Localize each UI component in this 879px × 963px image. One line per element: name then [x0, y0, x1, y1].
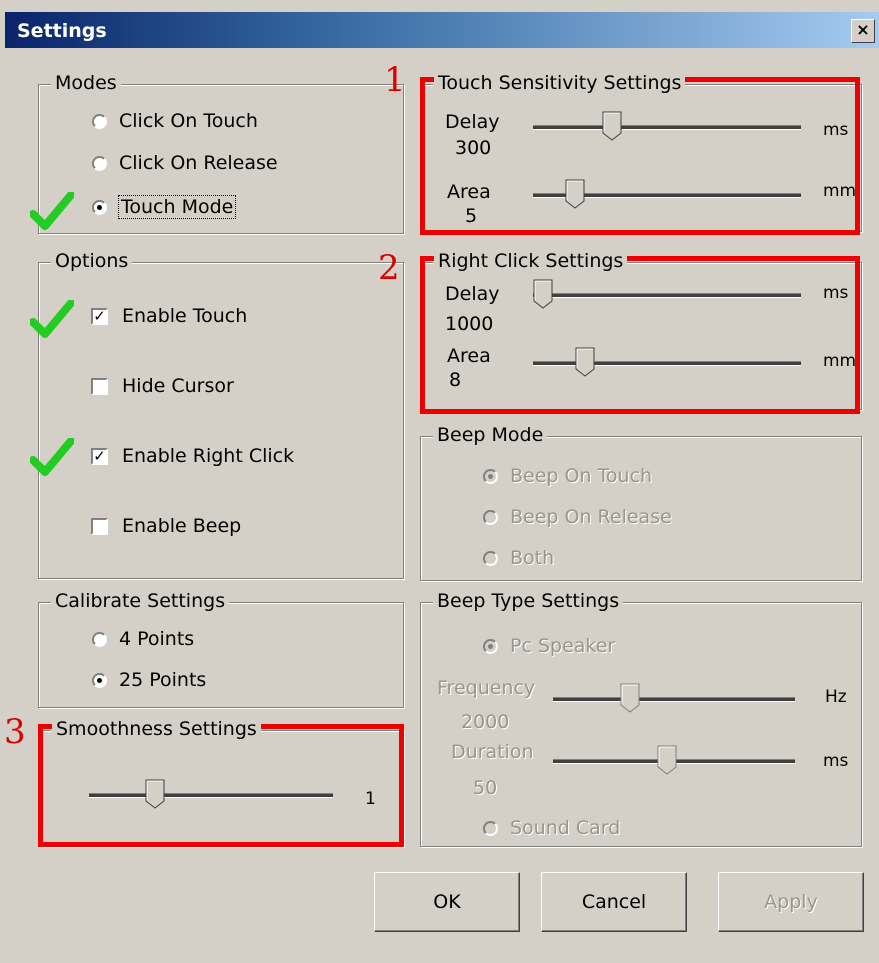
option-label: Click On Touch — [119, 110, 258, 132]
checkbox-enable-touch[interactable]: ✓ Enable Touch — [91, 305, 247, 327]
green-check-icon — [30, 300, 74, 338]
green-check-icon — [30, 438, 74, 476]
option-label: Click On Release — [119, 152, 278, 174]
option-label: Beep On Release — [510, 506, 672, 528]
radio-icon — [483, 468, 498, 484]
radio-icon — [483, 509, 498, 525]
radio-icon — [483, 638, 498, 654]
mode-touch-mode[interactable]: Touch Mode — [92, 195, 237, 219]
frequency-value: 2000 — [461, 711, 510, 733]
title-bar: Settings × — [5, 12, 879, 48]
cancel-button[interactable]: Cancel — [541, 872, 687, 932]
checkbox-enable-right-click[interactable]: ✓ Enable Right Click — [91, 445, 294, 467]
frequency-unit: Hz — [825, 687, 847, 707]
modes-legend: Modes — [51, 72, 121, 94]
mode-click-on-release[interactable]: Click On Release — [92, 152, 278, 174]
beep-both-radio[interactable]: Both — [483, 547, 554, 569]
frequency-label: Frequency — [437, 677, 536, 699]
option-label: Touch Mode — [117, 195, 237, 219]
duration-value: 50 — [473, 777, 498, 799]
radio-icon — [92, 199, 107, 215]
option-label: Enable Beep — [122, 515, 242, 537]
modes-group: Modes Click On Touch Click On Release To… — [38, 72, 404, 234]
checkbox-hide-cursor[interactable]: Hide Cursor — [91, 375, 234, 397]
option-label: Pc Speaker — [510, 635, 616, 657]
frequency-slider-track — [553, 697, 795, 702]
pc-speaker-radio[interactable]: Pc Speaker — [483, 635, 615, 657]
annotation-box-1 — [420, 77, 860, 235]
options-group: Options ✓ Enable Touch Hide Cursor ✓ Enabl… — [38, 250, 404, 579]
option-label: Sound Card — [510, 817, 621, 839]
smoothness-title: Smoothness Settings — [52, 718, 261, 740]
beep-type-legend: Beep Type Settings — [433, 590, 624, 612]
beep-on-touch-radio[interactable]: Beep On Touch — [483, 465, 652, 487]
ok-button[interactable]: OK — [374, 872, 520, 932]
window-title: Settings — [17, 20, 107, 42]
beep-mode-group: Beep Mode Beep On Touch Beep On Release … — [420, 424, 862, 581]
radio-icon — [483, 550, 498, 566]
right-click-title: Right Click Settings — [434, 250, 628, 272]
green-check-icon — [30, 192, 74, 230]
option-label: Beep On Touch — [510, 465, 653, 487]
radio-icon — [92, 113, 107, 129]
checkbox-icon — [91, 517, 108, 535]
options-legend: Options — [51, 250, 133, 272]
calibrate-25-points[interactable]: 25 Points — [92, 669, 206, 691]
checkbox-enable-beep[interactable]: Enable Beep — [91, 515, 241, 537]
frequency-slider-thumb[interactable] — [620, 683, 640, 713]
touch-sensitivity-title: Touch Sensitivity Settings — [434, 72, 686, 94]
annotation-box-3 — [38, 724, 404, 847]
checkbox-icon: ✓ — [91, 307, 108, 325]
beep-mode-legend: Beep Mode — [433, 424, 548, 446]
option-label: Enable Touch — [122, 305, 248, 327]
radio-icon — [92, 631, 107, 647]
checkbox-icon — [91, 377, 108, 395]
calibrate-legend: Calibrate Settings — [51, 590, 230, 612]
checkbox-icon: ✓ — [91, 447, 108, 465]
radio-icon — [92, 155, 107, 171]
sound-card-radio[interactable]: Sound Card — [483, 817, 620, 839]
duration-unit: ms — [823, 751, 849, 771]
annotation-number-3: 3 — [4, 712, 26, 752]
calibrate-group: Calibrate Settings 4 Points 25 Points — [38, 590, 404, 708]
calibrate-4-points[interactable]: 4 Points — [92, 628, 194, 650]
annotation-number-2: 2 — [378, 248, 400, 288]
radio-icon — [92, 672, 107, 688]
duration-slider-thumb[interactable] — [657, 745, 677, 775]
radio-icon — [483, 820, 498, 836]
apply-button[interactable]: Apply — [718, 872, 864, 932]
annotation-box-2 — [420, 256, 860, 414]
option-label: 4 Points — [119, 628, 195, 650]
close-icon: × — [856, 20, 870, 39]
option-label: Both — [510, 547, 555, 569]
beep-type-group: Beep Type Settings Pc Speaker Frequency … — [420, 590, 862, 847]
annotation-number-1: 1 — [384, 60, 406, 100]
option-label: Hide Cursor — [122, 375, 234, 397]
mode-click-on-touch[interactable]: Click On Touch — [92, 110, 258, 132]
close-button[interactable]: × — [851, 19, 875, 43]
beep-on-release-radio[interactable]: Beep On Release — [483, 506, 672, 528]
duration-label: Duration — [451, 741, 534, 763]
option-label: 25 Points — [119, 669, 207, 691]
option-label: Enable Right Click — [122, 445, 295, 467]
